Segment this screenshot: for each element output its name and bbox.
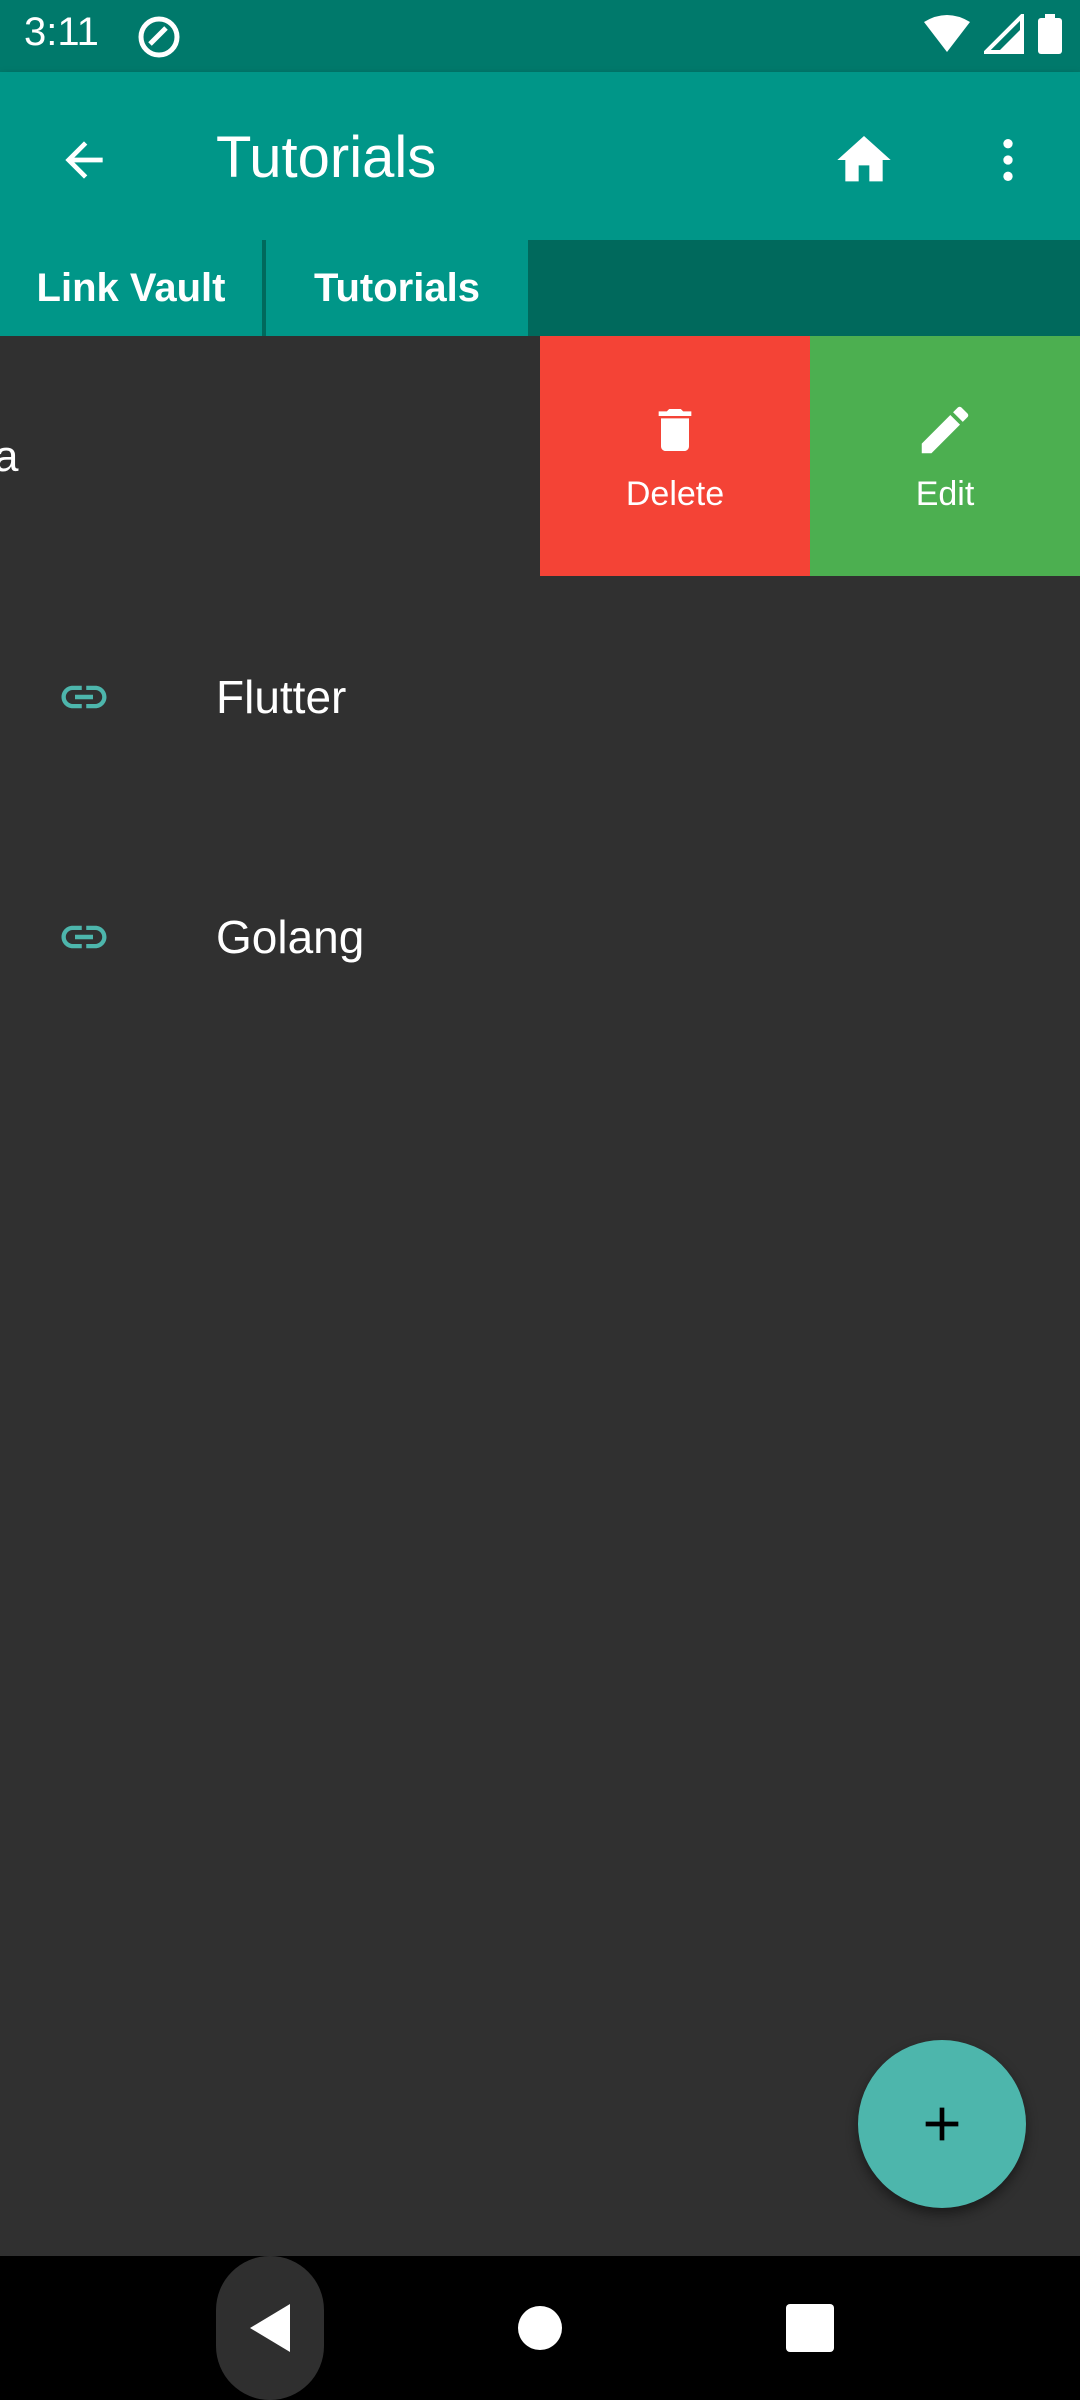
home-button[interactable] <box>820 116 908 204</box>
status-time: 3:11 <box>24 10 99 54</box>
breadcrumb-link-vault[interactable]: Link Vault <box>0 240 262 336</box>
delete-label: Delete <box>625 474 725 513</box>
app-bar: Tutorials <box>0 72 1080 240</box>
app-notification-icon <box>138 16 180 58</box>
trash-icon <box>658 408 692 451</box>
nav-recents-button[interactable] <box>786 2304 834 2352</box>
breadcrumb-tutorials[interactable]: Tutorials <box>266 240 528 336</box>
list-item[interactable]: Flutter <box>0 576 1080 816</box>
arrow-back-icon <box>65 141 103 179</box>
plus-icon <box>925 2107 959 2141</box>
add-link-button[interactable] <box>858 2040 1026 2208</box>
more-options-button[interactable] <box>964 116 1052 204</box>
status-bar: 3:11 <box>0 0 1080 72</box>
list-item[interactable]: Golang <box>0 816 1080 1056</box>
link-icon <box>61 925 107 949</box>
delete-button[interactable]: Delete <box>540 336 810 576</box>
triangle-back-icon <box>250 2304 290 2352</box>
breadcrumb: Link Vault Tutorials <box>0 240 1080 336</box>
edit-label: Edit <box>915 474 975 513</box>
pencil-icon <box>921 406 969 453</box>
nav-home-button[interactable] <box>518 2306 562 2350</box>
edit-button[interactable]: Edit <box>810 336 1080 576</box>
page-title: Tutorials <box>216 125 437 190</box>
list-item-label: Golang <box>216 911 365 963</box>
list-item-label: Flutter <box>216 671 347 723</box>
home-icon <box>837 136 891 182</box>
more-vert-icon <box>1003 139 1013 181</box>
wifi-icon <box>924 15 970 52</box>
system-nav-bar <box>0 2256 1080 2400</box>
nav-back-button[interactable] <box>216 2256 324 2400</box>
list-item-label: a <box>0 432 19 481</box>
back-button[interactable] <box>40 116 128 204</box>
list-item-swiped[interactable]: a Delete Edit <box>0 336 1080 576</box>
link-icon <box>61 685 107 709</box>
signal-icon <box>984 14 1024 54</box>
battery-icon <box>1038 14 1062 54</box>
